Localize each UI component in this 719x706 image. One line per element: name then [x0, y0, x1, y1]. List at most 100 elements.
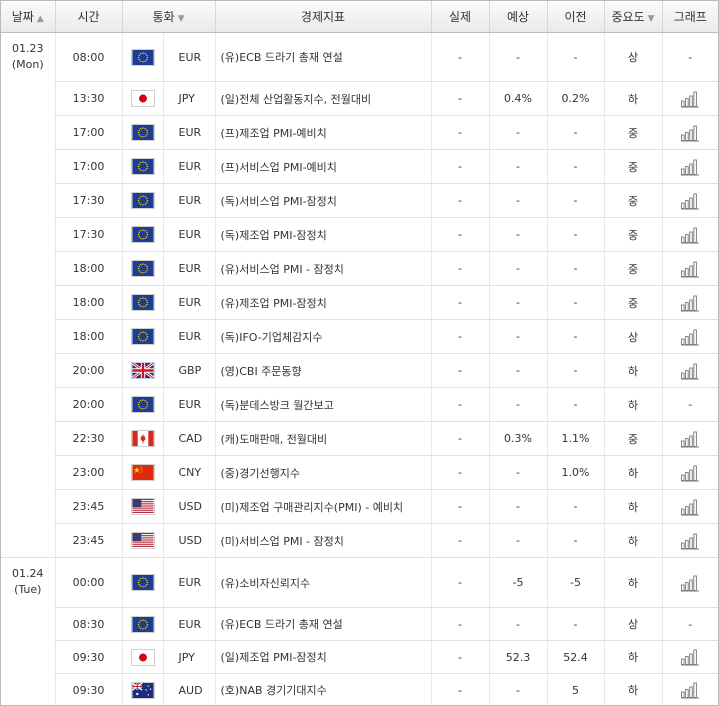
bar-chart-icon[interactable] — [680, 90, 700, 108]
importance-cell: 상 — [603, 32, 663, 82]
event-cell[interactable]: (캐)도매판매, 전월대비 — [214, 421, 432, 456]
table-row: 18:00 EUR (유)서비스업 PMI - 잠정치 - - - 중 — [1, 251, 718, 286]
event-cell[interactable]: (중)경기선행지수 — [214, 455, 432, 490]
header-row: 날짜 ▲ 시간 통화 ▼ 경제지표 실제 예상 이전 중요도 ▼ 그래프 — [1, 1, 718, 33]
importance-cell: 중 — [603, 183, 663, 218]
forecast-cell: 0.3% — [488, 421, 548, 456]
forecast-cell: - — [488, 523, 548, 558]
time-cell: 20:00 — [54, 387, 122, 422]
bar-chart-icon[interactable] — [680, 226, 700, 244]
us-flag-icon — [130, 532, 155, 549]
event-cell[interactable]: (유)서비스업 PMI - 잠정치 — [214, 251, 432, 286]
previous-cell: - — [546, 149, 605, 184]
bar-chart-icon[interactable] — [680, 294, 700, 312]
col-header-date[interactable]: 날짜 ▲ — [1, 1, 55, 33]
col-header-currency[interactable]: 통화 ▼ — [121, 1, 216, 33]
event-cell[interactable]: (유)ECB 드라기 총재 연설 — [214, 607, 432, 641]
bar-chart-icon[interactable] — [680, 464, 700, 482]
bar-chart-icon[interactable] — [680, 362, 700, 380]
event-cell[interactable]: (유)제조업 PMI-잠정치 — [214, 285, 432, 320]
bar-chart-icon[interactable] — [680, 498, 700, 516]
forecast-cell: - — [488, 217, 548, 252]
actual-cell: - — [430, 217, 490, 252]
event-cell[interactable]: (호)NAB 경기기대지수 — [214, 673, 432, 705]
currency-cell: EUR — [162, 319, 216, 354]
flag-cell — [121, 455, 163, 490]
bar-chart-icon[interactable] — [680, 532, 700, 550]
eu-flag-icon — [130, 158, 155, 175]
graph-cell — [661, 421, 718, 456]
actual-cell: - — [430, 285, 490, 320]
graph-cell — [661, 557, 718, 608]
event-cell[interactable]: (독)서비스업 PMI-잠정치 — [214, 183, 432, 218]
col-header-importance[interactable]: 중요도 ▼ — [603, 1, 663, 33]
event-cell[interactable]: (독)제조업 PMI-잠정치 — [214, 217, 432, 252]
importance-cell: 중 — [603, 115, 663, 150]
importance-cell: 중 — [603, 251, 663, 286]
event-cell[interactable]: (미)제조업 구매관리지수(PMI) - 예비치 — [214, 489, 432, 524]
bar-chart-icon[interactable] — [680, 430, 700, 448]
time-cell: 17:30 — [54, 217, 122, 252]
bar-chart-icon[interactable] — [680, 192, 700, 210]
actual-cell: - — [430, 607, 490, 641]
flag-cell — [121, 421, 163, 456]
graph-cell — [661, 183, 718, 218]
event-cell[interactable]: (영)CBI 주문동향 — [214, 353, 432, 388]
sort-desc-icon: ▼ — [177, 14, 185, 24]
event-cell[interactable]: (독)IFO-기업체감지수 — [214, 319, 432, 354]
previous-cell: 52.4 — [546, 640, 605, 674]
forecast-cell: - — [488, 149, 548, 184]
time-cell: 23:45 — [54, 523, 122, 558]
previous-cell: - — [546, 285, 605, 320]
eu-flag-icon — [130, 124, 155, 141]
time-cell: 09:30 — [54, 640, 122, 674]
flag-cell — [121, 32, 163, 82]
eu-flag-icon — [130, 48, 155, 66]
actual-cell: - — [430, 81, 490, 116]
time-cell: 23:00 — [54, 455, 122, 490]
economic-calendar: 날짜 ▲ 시간 통화 ▼ 경제지표 실제 예상 이전 중요도 ▼ 그래프 01.23 (… — [0, 0, 719, 706]
date-cell: 01.23 (Mon) — [1, 32, 55, 558]
table-row: 17:30 EUR (독)제조업 PMI-잠정치 - - - 중 — [1, 217, 718, 252]
table-row: 01.23 (Mon) 08:00 EUR (유)ECB 드라기 총재 연설 - - - 상 - — [1, 32, 718, 558]
graph-cell — [661, 640, 718, 674]
table-row: 13:30 JPY (일)전체 산업활동지수, 전월대비 -0.4% 0.2% 하 — [1, 81, 718, 116]
date-label: 01.24 — [12, 567, 44, 580]
bar-chart-icon[interactable] — [680, 681, 700, 699]
event-cell[interactable]: (일)전체 산업활동지수, 전월대비 — [214, 81, 432, 116]
table-row: 18:00 EUR (유)제조업 PMI-잠정치 - - - 중 — [1, 285, 718, 320]
forecast-cell: - — [488, 387, 548, 422]
forecast-cell: - — [488, 353, 548, 388]
eu-flag-icon — [130, 574, 155, 591]
table-row: 20:00 GBP (영)CBI 주문동향 - - - 하 — [1, 353, 718, 388]
bar-chart-icon[interactable] — [680, 158, 700, 176]
graph-cell — [661, 673, 718, 705]
event-cell[interactable]: (프)제조업 PMI-예비치 — [214, 115, 432, 150]
event-cell[interactable]: (독)분데스방크 월간보고 — [214, 387, 432, 422]
event-cell[interactable]: (유)소비자신뢰지수 — [214, 557, 432, 608]
table-row: 18:00 EUR (독)IFO-기업체감지수 - - - 상 — [1, 319, 718, 354]
graph-cell — [661, 149, 718, 184]
bar-chart-icon[interactable] — [680, 648, 700, 666]
col-header-forecast: 예상 — [488, 1, 548, 33]
bar-chart-icon[interactable] — [680, 124, 700, 142]
actual-cell: - — [430, 557, 490, 608]
previous-cell: - — [546, 32, 605, 82]
graph-cell — [661, 285, 718, 320]
event-cell[interactable]: (유)ECB 드라기 총재 연설 — [214, 32, 432, 82]
event-cell[interactable]: (미)서비스업 PMI - 잠정치 — [214, 523, 432, 558]
bar-chart-icon[interactable] — [680, 574, 700, 592]
table-row: 23:00 CNY (중)경기선행지수 - -1.0% 하 — [1, 455, 718, 490]
graph-cell: - — [661, 607, 718, 641]
bar-chart-icon[interactable] — [680, 328, 700, 346]
time-cell: 08:30 — [54, 607, 122, 641]
event-cell[interactable]: (프)서비스업 PMI-예비치 — [214, 149, 432, 184]
flag-cell — [121, 319, 163, 354]
bar-chart-icon[interactable] — [680, 260, 700, 278]
forecast-cell: - — [488, 607, 548, 641]
au-flag-icon — [130, 681, 155, 699]
event-cell[interactable]: (일)제조업 PMI-잠정치 — [214, 640, 432, 674]
currency-cell: CNY — [162, 455, 216, 490]
table-row: 09:30 AUD (호)NAB 경기기대지수 - -5 하 — [1, 673, 718, 705]
time-cell: 23:45 — [54, 489, 122, 524]
